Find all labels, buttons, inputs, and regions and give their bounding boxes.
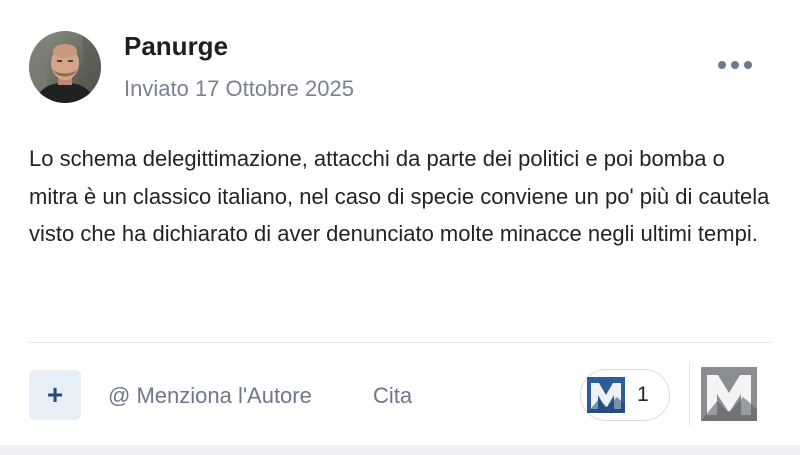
avatar[interactable] [29,31,101,103]
bottom-strip [0,445,800,455]
quote-link[interactable]: Cita [373,382,412,410]
more-dot [731,61,739,69]
more-options-icon[interactable] [718,56,752,74]
reaction-logo-grey-icon [701,367,757,421]
more-dot [718,61,726,69]
plus-button[interactable]: + [29,370,81,420]
separator [689,362,690,426]
reaction-logo-icon [587,377,625,413]
post-card: Panurge Inviato 17 Ottobre 2025 Lo schem… [0,0,800,445]
avatar-photo [29,31,101,103]
divider [29,342,771,343]
post-date[interactable]: Inviato 17 Ottobre 2025 [124,75,354,103]
post-body: Lo schema delegittimazione, attacchi da … [29,146,770,246]
mention-author-link[interactable]: @ Menziona l'Autore [108,382,312,410]
react-button[interactable] [701,367,757,421]
author-name[interactable]: Panurge [124,30,228,62]
more-dot [744,61,752,69]
reaction-count: 1 [637,383,649,406]
reaction-summary[interactable]: 1 [580,369,670,421]
